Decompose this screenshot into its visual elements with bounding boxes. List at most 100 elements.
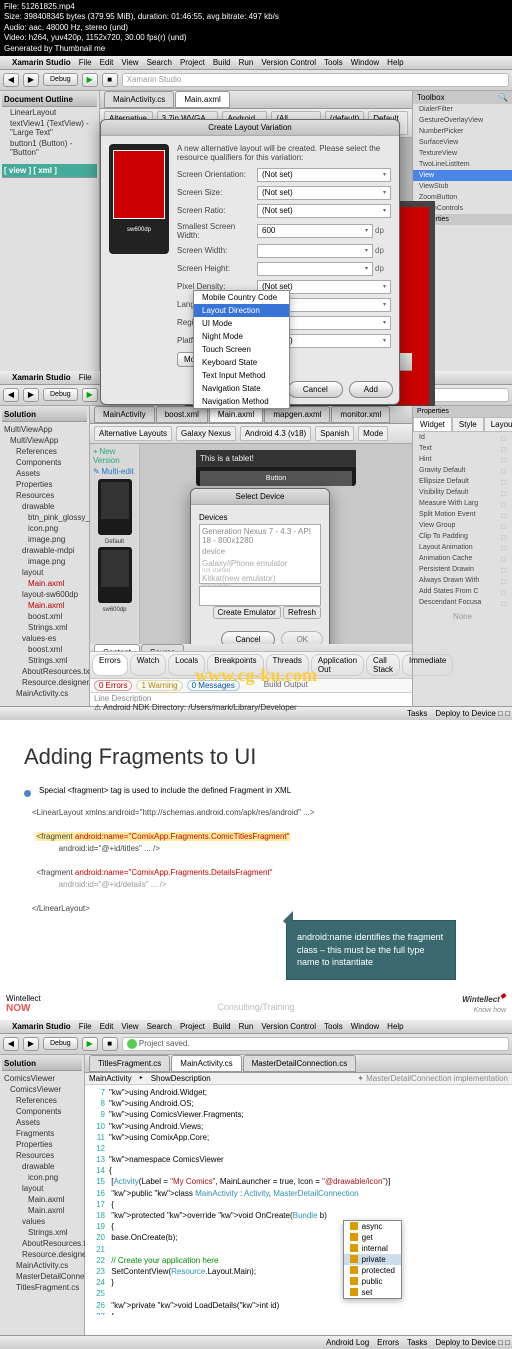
tree-node[interactable]: Main.axml: [4, 1205, 80, 1216]
nav-fwd[interactable]: ▶: [23, 73, 39, 87]
create-emu-button[interactable]: Create Emulator: [213, 606, 281, 619]
property-row[interactable]: Gravity Default □: [413, 465, 512, 476]
dropdown-item[interactable]: Touch Screen: [194, 343, 289, 356]
tab-main-axml[interactable]: Main.axml: [175, 91, 229, 108]
run-button[interactable]: ▶: [82, 73, 98, 87]
property-row[interactable]: Clip To Padding □: [413, 531, 512, 542]
dropdown-item[interactable]: Text Input Method: [194, 369, 289, 382]
dropdown-item[interactable]: Navigation Method: [194, 395, 289, 408]
device-list[interactable]: Generation Nexus 7 - 4.3 - API 18 - 800x…: [199, 524, 321, 584]
tree-node[interactable]: MultiViewApp: [4, 435, 85, 446]
tree-node[interactable]: drawable: [4, 1161, 80, 1172]
property-row[interactable]: Always Drawn With □: [413, 575, 512, 586]
tree-node[interactable]: Fragments: [4, 1128, 80, 1139]
tree-node[interactable]: MultiViewApp: [4, 424, 85, 435]
tree-node[interactable]: MainActivity.cs: [4, 688, 85, 699]
toolbox-item[interactable]: ViewStub: [413, 181, 512, 192]
tree-node[interactable]: TitlesFragment.cs: [4, 1282, 80, 1293]
warnings-count[interactable]: 1 Warning: [136, 680, 182, 691]
preview-default[interactable]: [98, 479, 132, 535]
tree-button[interactable]: button1 (Button) - "Button": [2, 138, 97, 158]
property-row[interactable]: Add States From C □: [413, 586, 512, 597]
tree-node[interactable]: Assets: [4, 1117, 80, 1128]
intellisense-item[interactable]: async: [344, 1221, 401, 1232]
field-input[interactable]: (Not set)▾: [257, 186, 391, 200]
refresh-button[interactable]: Refresh: [283, 606, 321, 619]
view-tab[interactable]: [ view ] [ xml ]: [2, 164, 97, 178]
tree-node[interactable]: ComicsViewer: [4, 1084, 80, 1095]
menu-search[interactable]: Search: [147, 58, 172, 67]
dropdown-item[interactable]: Night Mode: [194, 330, 289, 343]
toolbox-item[interactable]: TwoLineListItem: [413, 159, 512, 170]
tree-node[interactable]: Resource.designer.cs: [4, 677, 85, 688]
tree-node[interactable]: Strings.xml: [4, 1227, 80, 1238]
intellisense-item[interactable]: internal: [344, 1243, 401, 1254]
tree-node[interactable]: Resource.designer.cs: [4, 1249, 80, 1260]
toolbox-item[interactable]: NumberPicker: [413, 126, 512, 137]
tree-node[interactable]: Resources: [4, 490, 85, 501]
preview-button[interactable]: Button: [200, 471, 352, 486]
tree-node[interactable]: Resources: [4, 1150, 80, 1161]
field-input[interactable]: (Not set)▾: [257, 204, 391, 218]
menu-view[interactable]: View: [121, 58, 138, 67]
tree-node[interactable]: Components: [4, 1106, 80, 1117]
nav-back[interactable]: ◀: [3, 73, 19, 87]
tree-node[interactable]: image.png: [4, 534, 85, 545]
add-button[interactable]: Add: [349, 381, 393, 398]
toolbox-item[interactable]: GestureOverlayView: [413, 115, 512, 126]
tree-node[interactable]: drawable-mdpi: [4, 545, 85, 556]
property-row[interactable]: View Group □: [413, 520, 512, 531]
menu-window[interactable]: Window: [351, 58, 379, 67]
tree-node[interactable]: Strings.xml: [4, 655, 85, 666]
tree-node[interactable]: MainActivity.cs: [4, 1260, 80, 1271]
menu-vc[interactable]: Version Control: [261, 58, 316, 67]
tree-node[interactable]: values-es: [4, 633, 85, 644]
field-input[interactable]: ▾: [257, 244, 373, 258]
intellisense-popup[interactable]: asyncgetinternalprivateprotectedpublicse…: [343, 1220, 402, 1299]
property-row[interactable]: Visibility Default □: [413, 487, 512, 498]
toolbox-item[interactable]: SurfaceView: [413, 137, 512, 148]
menu-help[interactable]: Help: [387, 58, 403, 67]
property-row[interactable]: Descendant Focusa □: [413, 597, 512, 608]
menu-project[interactable]: Project: [180, 58, 205, 67]
intellisense-item[interactable]: public: [344, 1276, 401, 1287]
tree-node[interactable]: layout: [4, 1183, 80, 1194]
property-row[interactable]: Measure With Larg □: [413, 498, 512, 509]
tree-node[interactable]: Components: [4, 457, 85, 468]
stop-button[interactable]: ■: [102, 73, 118, 87]
menu-tools[interactable]: Tools: [324, 58, 343, 67]
property-row[interactable]: Id □: [413, 432, 512, 443]
tree-node[interactable]: boost.xml: [4, 644, 85, 655]
tree-node[interactable]: References: [4, 446, 85, 457]
tree-node[interactable]: Main.axml: [4, 600, 85, 611]
tree-node[interactable]: values: [4, 1216, 80, 1227]
menu-edit[interactable]: Edit: [100, 58, 114, 67]
tree-linearlayout[interactable]: LinearLayout: [2, 107, 97, 118]
property-row[interactable]: Split Motion Event □: [413, 509, 512, 520]
property-row[interactable]: Text □: [413, 443, 512, 454]
tree-node[interactable]: icon.png: [4, 1172, 80, 1183]
intellisense-item[interactable]: private: [344, 1254, 401, 1265]
tree-node[interactable]: AboutResources.txt: [4, 666, 85, 677]
tree-node[interactable]: Assets: [4, 468, 85, 479]
dropdown-item[interactable]: Layout Direction: [194, 304, 289, 317]
tab-mainactivity[interactable]: MainActivity.cs: [104, 91, 174, 108]
cancel-button[interactable]: Cancel: [288, 381, 343, 398]
tree-textview[interactable]: textView1 (TextView) - "Large Text": [2, 118, 97, 138]
tree-node[interactable]: layout-sw600dp: [4, 589, 85, 600]
tree-node[interactable]: References: [4, 1095, 80, 1106]
property-row[interactable]: Animation Cache □: [413, 553, 512, 564]
field-input[interactable]: ▾: [257, 262, 373, 276]
property-row[interactable]: Hint □: [413, 454, 512, 465]
plus-icon[interactable]: +: [93, 447, 98, 456]
dropdown-item[interactable]: UI Mode: [194, 317, 289, 330]
intellisense-item[interactable]: protected: [344, 1265, 401, 1276]
tree-node[interactable]: icon.png: [4, 523, 85, 534]
property-row[interactable]: Ellipsize Default □: [413, 476, 512, 487]
pencil-icon[interactable]: ✎: [93, 467, 100, 476]
toolbox-item[interactable]: View: [413, 170, 512, 181]
property-row[interactable]: Persistent Drawin □: [413, 564, 512, 575]
menu-file[interactable]: File: [79, 58, 92, 67]
tree-node[interactable]: btn_pink_glossy_9.png: [4, 512, 85, 523]
toolbox-item[interactable]: TextureView: [413, 148, 512, 159]
